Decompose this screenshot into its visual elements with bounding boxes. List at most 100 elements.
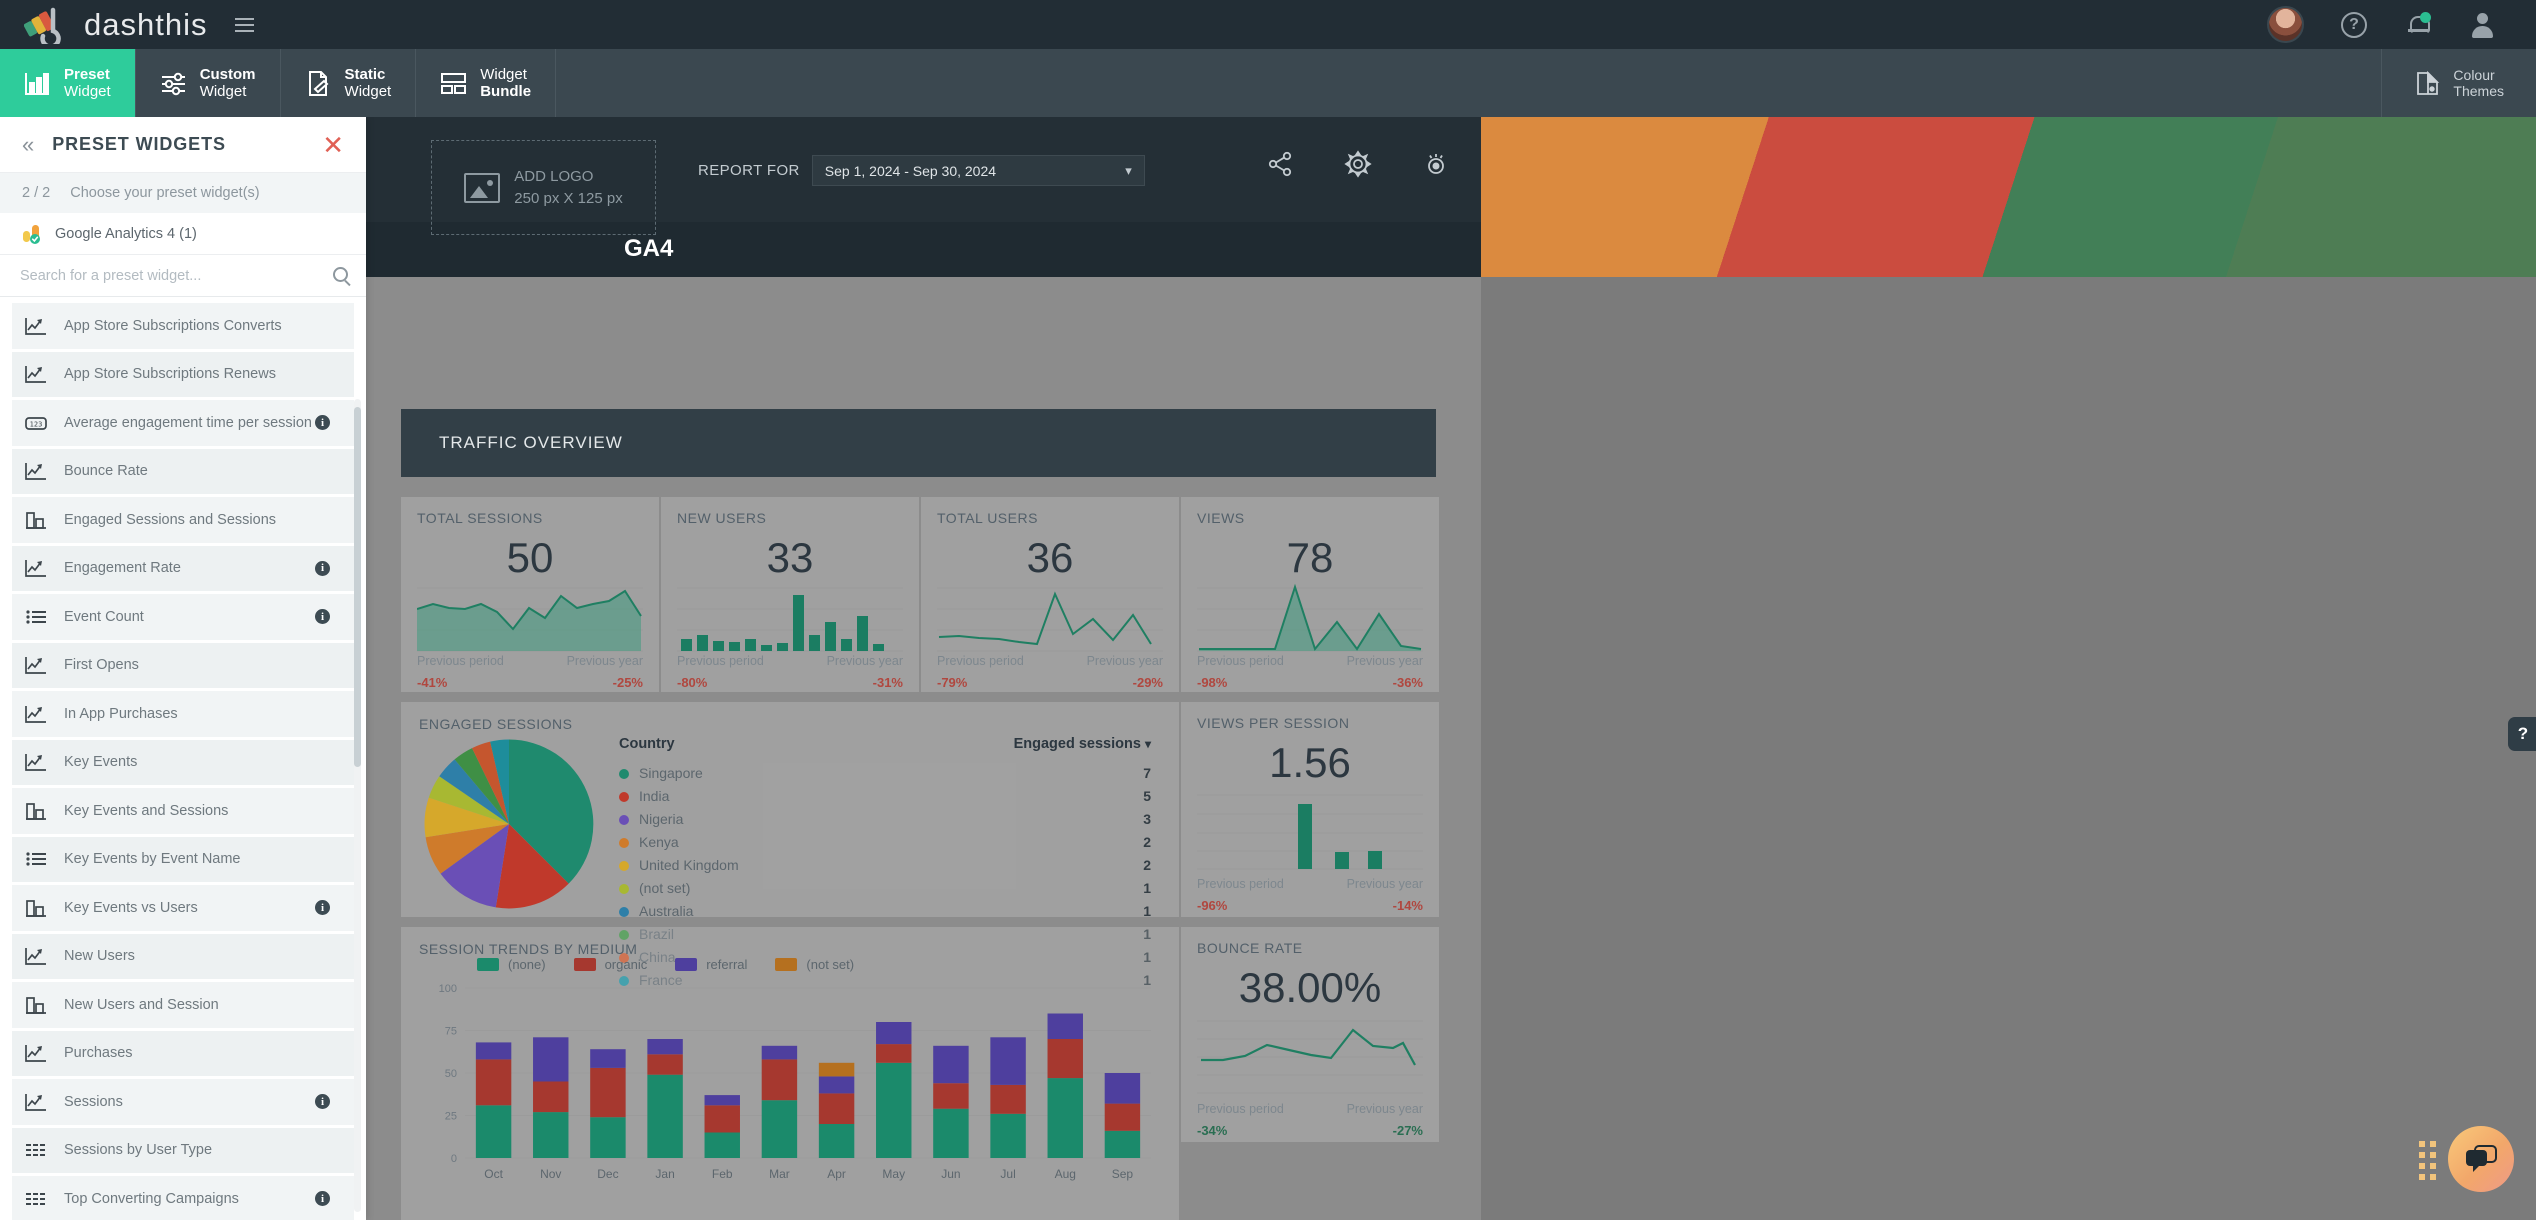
kpi-card-new-users[interactable]: NEW USERS 33 Previous period Previous ye… <box>661 497 919 692</box>
legend-swatch <box>573 958 596 971</box>
line-chart-icon <box>24 1092 48 1112</box>
preset-widget-item[interactable]: Key Events and Sessions <box>12 788 354 834</box>
session-trends-widget[interactable]: SESSION TRENDS BY MEDIUM (none) organic re… <box>401 927 1179 1220</box>
tab-preset-widget[interactable]: Preset Widget <box>0 49 136 117</box>
bar-chart-icon <box>24 70 51 97</box>
preset-widget-item[interactable]: Key Events vs Users i <box>12 885 354 931</box>
legend-item[interactable]: referral <box>675 957 747 972</box>
preset-widget-item[interactable]: First Opens <box>12 642 354 688</box>
svg-text:Feb: Feb <box>712 1167 733 1181</box>
legend-label: referral <box>706 957 748 972</box>
kpi-title: VIEWS <box>1197 510 1245 526</box>
preset-widget-item[interactable]: App Store Subscriptions Renews <box>12 351 354 397</box>
col-engaged-sessions[interactable]: Engaged sessions ▾ <box>867 736 1151 761</box>
sparkline-area <box>417 582 643 654</box>
preview-eye-icon[interactable] <box>1421 149 1451 179</box>
tab-bundle-line1: Widget <box>480 65 527 83</box>
floating-help-button[interactable]: ? <box>2508 717 2536 751</box>
panel-scrollbar[interactable] <box>354 407 361 767</box>
avatar[interactable] <box>2267 6 2304 43</box>
preset-widget-item[interactable]: Sessions i <box>12 1079 354 1125</box>
info-icon[interactable]: i <box>315 1191 330 1207</box>
kpi-card-views[interactable]: VIEWS 78 Previous period Previous year -… <box>1181 497 1439 692</box>
kpi-value: 1.56 <box>1269 739 1351 786</box>
legend-item[interactable]: (not set) <box>775 957 854 972</box>
close-icon[interactable]: ✕ <box>322 132 344 158</box>
account-icon[interactable] <box>2468 11 2496 39</box>
tab-static-widget[interactable]: Static Widget <box>281 49 417 117</box>
prev-period-value: -41% <box>417 675 448 690</box>
preset-widgets-panel: « PRESET WIDGETS ✕ 2 / 2 Choose your pre… <box>0 117 366 1220</box>
country-cell: Singapore <box>619 761 867 784</box>
info-icon[interactable]: i <box>315 609 330 625</box>
tab-custom-widget[interactable]: Custom Widget <box>136 49 281 117</box>
share-icon[interactable] <box>1265 149 1295 179</box>
search-input[interactable] <box>20 267 346 284</box>
preset-widget-item[interactable]: New Users and Session <box>12 982 354 1028</box>
preset-widget-item[interactable]: Sessions by User Type <box>12 1127 354 1173</box>
legend-swatch <box>675 958 698 971</box>
preset-widget-label: Purchases <box>64 1045 133 1062</box>
engaged-sessions-pie-chart <box>419 736 599 917</box>
preset-widget-list[interactable]: App Store Subscriptions Converts App Stor… <box>0 297 366 1220</box>
notifications-icon[interactable] <box>2404 11 2432 39</box>
preset-widget-item[interactable]: App Store Subscriptions Converts <box>12 303 354 349</box>
preset-widget-item[interactable]: In App Purchases <box>12 691 354 737</box>
prev-year-label: Previous year <box>1346 1102 1423 1116</box>
add-logo-dropzone[interactable]: ADD LOGO 250 px X 125 px <box>431 140 656 235</box>
preset-search-row[interactable] <box>0 255 366 297</box>
engaged-sessions-widget[interactable]: ENGAGED SESSIONS Country Engaged session… <box>401 702 1179 988</box>
hamburger-icon[interactable] <box>235 17 255 32</box>
info-icon[interactable]: i <box>315 900 330 916</box>
country-label: Australia <box>639 902 694 919</box>
data-source-row[interactable]: Google Analytics 4 (1) <box>0 213 366 255</box>
legend-swatch <box>775 958 798 971</box>
info-icon[interactable]: i <box>315 560 330 576</box>
search-icon[interactable] <box>333 267 348 282</box>
date-range-select[interactable]: Sep 1, 2024 - Sep 30, 2024 ▾ <box>811 155 1145 186</box>
report-date-control: REPORT FOR Sep 1, 2024 - Sep 30, 2024 ▾ <box>698 155 1145 186</box>
preset-widget-item[interactable]: Top Converting Campaigns i <box>12 1176 354 1220</box>
tab-bundle-line2: Bundle <box>480 83 532 100</box>
palette-icon <box>2414 70 2441 97</box>
kpi-value: 36 <box>1026 534 1074 581</box>
preset-widget-label: Key Events <box>64 754 138 771</box>
preset-widget-item[interactable]: Engaged Sessions and Sessions <box>12 497 354 543</box>
preset-widget-item[interactable]: Bounce Rate <box>12 448 354 494</box>
preset-widget-item[interactable]: 123 Average engagement time per session i <box>12 400 354 446</box>
brand-logo[interactable]: dashthis <box>0 6 208 49</box>
svg-text:75: 75 <box>445 1026 457 1038</box>
kpi-card-total-users[interactable]: TOTAL USERS 36 Previous period Previous … <box>921 497 1179 692</box>
kpi-card-views-per-session[interactable]: VIEWS PER SESSION 1.56 Previous period P… <box>1181 702 1439 917</box>
colour-themes-button[interactable]: Colour Themes <box>2381 49 2536 117</box>
chat-bubble-icon[interactable] <box>2448 1126 2514 1192</box>
svg-text:Sep: Sep <box>1112 1167 1134 1181</box>
layout-icon <box>440 70 467 97</box>
info-icon[interactable]: i <box>315 1094 330 1110</box>
themes-line2: Themes <box>2453 83 2504 99</box>
collapse-panel-icon[interactable]: « <box>22 133 34 156</box>
preset-widget-item[interactable]: New Users <box>12 933 354 979</box>
legend-item[interactable]: (none) <box>477 957 546 972</box>
legend-item[interactable]: organic <box>573 957 648 972</box>
preset-widget-item[interactable]: Purchases <box>12 1030 354 1076</box>
preset-widget-item[interactable]: Engagement Rate i <box>12 545 354 591</box>
preset-widget-item[interactable]: Event Count i <box>12 594 354 640</box>
kpi-value: 78 <box>1286 534 1334 581</box>
info-icon[interactable]: i <box>315 415 330 431</box>
prev-period-value: -80% <box>677 675 708 690</box>
legend-label: (none) <box>508 957 546 972</box>
col-country[interactable]: Country <box>619 736 867 761</box>
legend-label: organic <box>604 957 648 972</box>
help-icon[interactable]: ? <box>2340 11 2368 39</box>
drag-grip-icon[interactable] <box>2419 1141 2436 1180</box>
tab-widget-bundle[interactable]: Widget Bundle <box>416 49 557 117</box>
preset-widget-item[interactable]: Key Events <box>12 739 354 785</box>
preset-widget-item[interactable]: Key Events by Event Name <box>12 836 354 882</box>
preset-widget-label: Top Converting Campaigns <box>64 1190 239 1207</box>
kpi-card-bounce-rate[interactable]: BOUNCE RATE 38.00% Previous period Previ… <box>1181 927 1439 1142</box>
gear-icon[interactable] <box>1343 149 1373 179</box>
kpi-card-total-sessions[interactable]: TOTAL SESSIONS 50 Previous period Previo… <box>401 497 659 692</box>
svg-text:Jun: Jun <box>941 1167 960 1181</box>
brand-name: dashthis <box>84 6 208 42</box>
